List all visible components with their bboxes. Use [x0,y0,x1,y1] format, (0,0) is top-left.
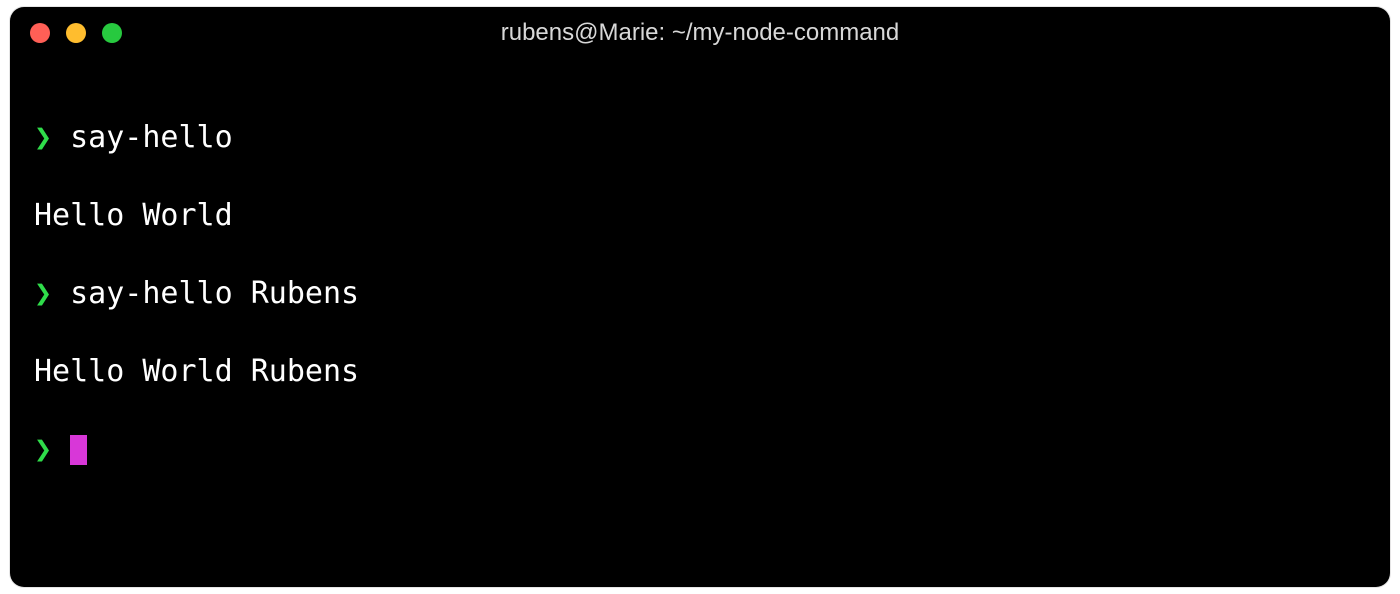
terminal-body[interactable]: ❯ say-hello Hello World ❯ say-hello Rube… [10,59,1390,587]
output-line: Hello World [34,196,1366,235]
close-button[interactable] [30,23,50,43]
minimize-button[interactable] [66,23,86,43]
command-text: say-hello [70,120,233,155]
cursor [70,435,87,465]
terminal-window: rubens@Marie: ~/my-node-command ❯ say-he… [10,7,1390,587]
window-title: rubens@Marie: ~/my-node-command [10,19,1390,47]
traffic-lights [30,23,122,43]
maximize-button[interactable] [102,23,122,43]
command-line: ❯ say-hello Rubens [34,274,1366,313]
command-line: ❯ say-hello [34,118,1366,157]
prompt-icon: ❯ [34,276,52,311]
title-bar: rubens@Marie: ~/my-node-command [10,7,1390,59]
active-prompt-line: ❯ [34,430,1366,469]
command-text: say-hello Rubens [70,276,359,311]
output-line: Hello World Rubens [34,352,1366,391]
prompt-icon: ❯ [34,120,52,155]
prompt-icon: ❯ [34,432,52,467]
